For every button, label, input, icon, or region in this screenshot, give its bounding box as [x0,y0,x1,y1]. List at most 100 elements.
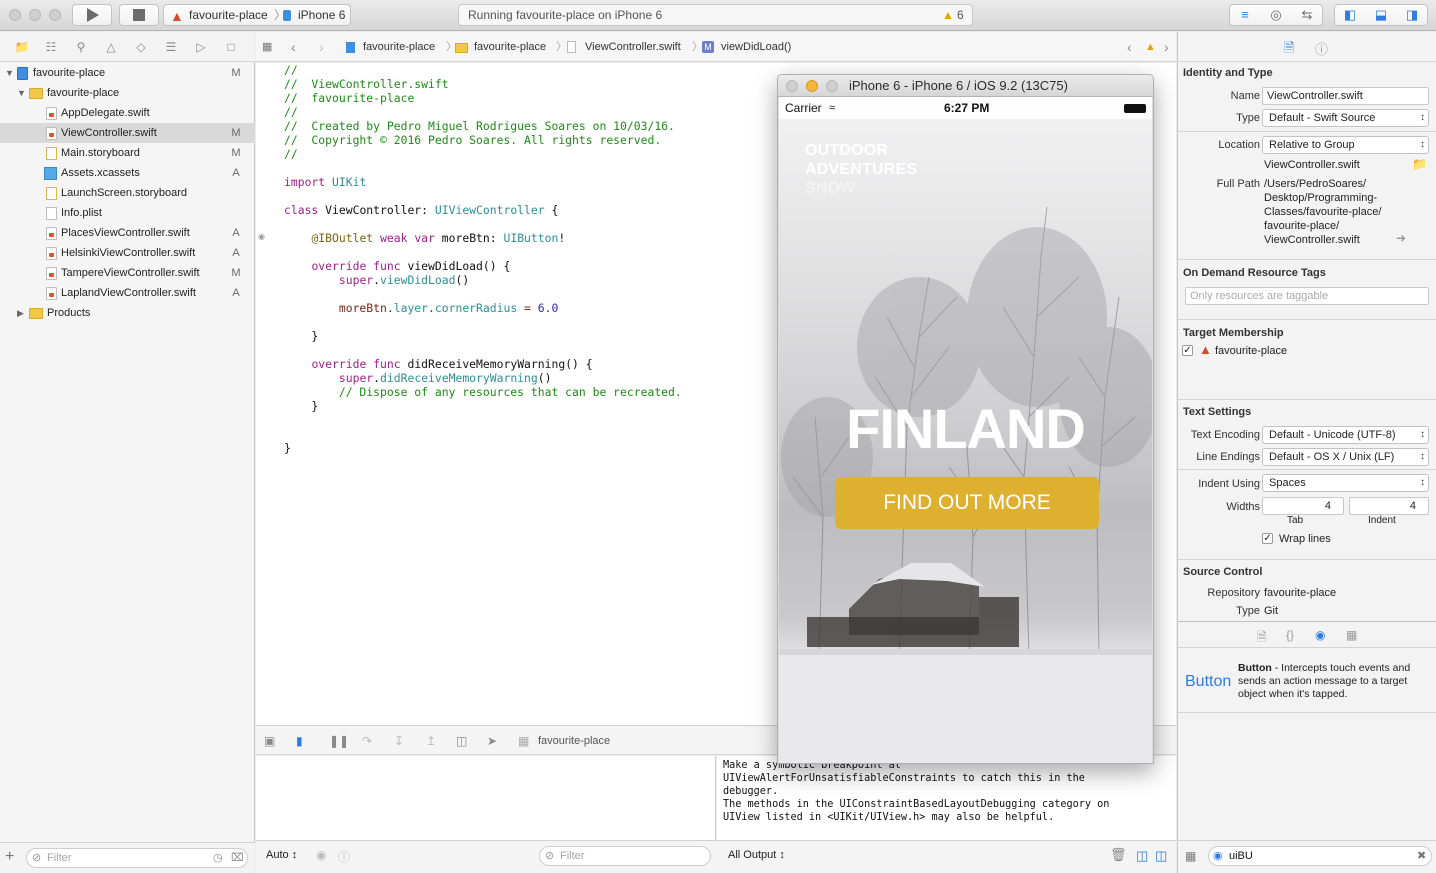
stop-button[interactable] [119,4,159,26]
tree-item-file[interactable]: LaplandViewController.swift A [0,283,255,303]
editor-mode-control[interactable]: ≡ ◎ ⇆ [1229,4,1323,26]
device-screen[interactable]: Carrier ≈ 6:27 PM OUTDOOR ADVENTURES SNO… [779,97,1152,763]
warning-count[interactable]: 6 [957,5,964,25]
tree-item-file[interactable]: PlacesViewController.swift A [0,223,255,243]
scm-filter-icon[interactable]: ⌧ [231,849,244,867]
quick-look-icon[interactable]: ◉ [316,848,326,862]
debug-navigator-icon[interactable]: ☰ [162,39,180,55]
clear-search-icon[interactable]: ✖ [1417,847,1426,865]
tree-item-file[interactable]: Info.plist [0,203,255,223]
add-icon[interactable]: + [5,849,14,865]
recent-files-icon[interactable]: ◷ [213,849,223,867]
resource-tags-field[interactable]: Only resources are taggable [1185,287,1429,305]
run-button[interactable] [72,4,112,26]
simulate-location-icon[interactable]: ➤ [487,732,497,750]
library-item-button[interactable]: Button Button - Intercepts touch events … [1178,658,1436,712]
minimize-window-button[interactable] [29,9,41,21]
forward-icon[interactable]: › [319,32,324,62]
previous-issue-icon[interactable]: ‹ [1127,32,1132,62]
tree-item-file[interactable]: Assets.xcassets A [0,163,255,183]
step-over-icon[interactable]: ↷ [362,732,372,750]
tree-item-group[interactable]: ▶ Products [0,303,255,323]
find-navigator-icon[interactable]: ⚲ [72,39,90,55]
report-navigator-icon[interactable]: □ [222,39,240,55]
variables-view[interactable] [256,756,716,840]
standard-editor-icon[interactable]: ≡ [1230,5,1260,25]
back-icon[interactable]: ‹ [291,32,296,62]
text-encoding-popup[interactable]: Default - Unicode (UTF-8) [1262,426,1429,444]
media-library-icon[interactable]: ▦ [1346,628,1357,642]
tab-width-field[interactable]: 4 [1262,497,1344,515]
breadcrumb-file[interactable]: ViewController.swift [585,32,681,62]
line-endings-popup[interactable]: Default - OS X / Unix (LF) [1262,448,1429,466]
trash-icon[interactable]: 🗑 [1110,847,1127,863]
info-icon[interactable]: ⓘ [338,848,350,865]
version-editor-icon[interactable]: ⇆ [1292,5,1322,25]
next-issue-icon[interactable]: › [1164,32,1169,62]
tree-item-file[interactable]: Main.storyboard M [0,143,255,163]
name-field[interactable]: ViewController.swift [1262,87,1429,105]
tree-item-file[interactable]: HelsinkiViewController.swift A [0,243,255,263]
step-out-icon[interactable]: ↥ [426,732,436,750]
warning-icon[interactable]: ▲ [942,5,954,25]
folder-icon[interactable]: 📁 [1412,157,1427,171]
target-membership-checkbox[interactable]: ✓ [1182,345,1193,356]
zoom-window-button[interactable] [49,9,61,21]
breadcrumb-project[interactable]: favourite-place [363,32,435,62]
variables-scope-popup[interactable]: Auto ↕ [266,849,297,861]
simulator-close-button[interactable] [786,80,798,92]
breakpoints-toggle-icon[interactable]: ▮ [296,732,303,750]
console-filter-input[interactable]: ⊘ Filter [539,846,711,866]
show-console-icon[interactable]: ◫ [1155,848,1167,864]
show-variables-icon[interactable]: ◫ [1136,848,1148,864]
test-navigator-icon[interactable]: ◇ [132,39,150,55]
close-window-button[interactable] [9,9,21,21]
hide-debug-area-icon[interactable]: ▣ [264,732,275,750]
simulator-minimize-button[interactable] [806,80,818,92]
console-view[interactable]: Make a symbolic breakpoint at UIViewAler… [717,756,1176,840]
file-inspector-icon[interactable]: 🗎 [1284,39,1294,61]
reveal-in-finder-icon[interactable]: ➜ [1396,231,1406,245]
tree-item-project[interactable]: ▼ favourite-place M [0,63,255,83]
assistant-editor-icon[interactable]: ◎ [1261,5,1291,25]
tree-item-file[interactable]: LaunchScreen.storyboard [0,183,255,203]
object-library-icon[interactable]: ◉ [1315,628,1325,642]
simulator-zoom-button[interactable] [826,80,838,92]
outlet-connection-icon[interactable]: ◉ [258,232,265,241]
breakpoint-navigator-icon[interactable]: ▷ [192,39,210,55]
pause-icon[interactable]: ❚❚ [329,732,349,750]
disclosure-open-icon[interactable]: ▼ [5,63,14,83]
output-mode-popup[interactable]: All Output ↕ [728,849,785,861]
view-debugger-icon[interactable]: ◫ [456,732,467,750]
warning-icon[interactable]: ▲ [1145,32,1156,62]
symbol-navigator-icon[interactable]: ☷ [42,39,60,55]
project-navigator-icon[interactable]: 📁 [13,39,31,55]
code-snippet-library-icon[interactable]: {} [1286,628,1294,642]
debug-target-label[interactable]: favourite-place [538,732,610,750]
tree-item-file[interactable]: AppDelegate.swift [0,103,255,123]
location-popup[interactable]: Relative to Group [1262,136,1429,154]
toggle-debug-area-icon[interactable]: ⬓ [1366,5,1396,25]
file-type-popup[interactable]: Default - Swift Source [1262,109,1429,127]
library-search-input[interactable]: ◉ uiBU ✖ [1208,846,1432,866]
wrap-lines-checkbox[interactable]: ✓ [1262,533,1273,544]
breadcrumb-group[interactable]: favourite-place [474,32,546,62]
find-out-more-button[interactable]: FIND OUT MORE [835,477,1099,529]
issue-navigator-icon[interactable]: △ [102,39,120,55]
tree-item-group[interactable]: ▼ favourite-place [0,83,255,103]
related-items-icon[interactable]: ▦ [262,32,272,62]
disclosure-closed-icon[interactable]: ▶ [17,303,24,323]
indent-width-field[interactable]: 4 [1349,497,1429,515]
breadcrumb-method[interactable]: viewDidLoad() [721,32,791,62]
disclosure-open-icon[interactable]: ▼ [17,83,26,103]
navigator-filter-input[interactable]: ⊘ Filter ◷ ⌧ [26,848,248,868]
view-toggle-control[interactable]: ◧ ⬓ ◨ [1334,4,1428,26]
toggle-utilities-icon[interactable]: ◨ [1397,5,1427,25]
indent-using-popup[interactable]: Spaces [1262,474,1429,492]
grid-view-icon[interactable]: ▦ [1185,849,1196,863]
tree-item-file[interactable]: TampereViewController.swift M [0,263,255,283]
step-into-icon[interactable]: ↧ [394,732,404,750]
quick-help-icon[interactable]: ⓘ [1315,39,1328,58]
toggle-navigator-icon[interactable]: ◧ [1335,5,1365,25]
scheme-selector[interactable]: ▲ favourite-place 〉 iPhone 6 [163,4,351,26]
